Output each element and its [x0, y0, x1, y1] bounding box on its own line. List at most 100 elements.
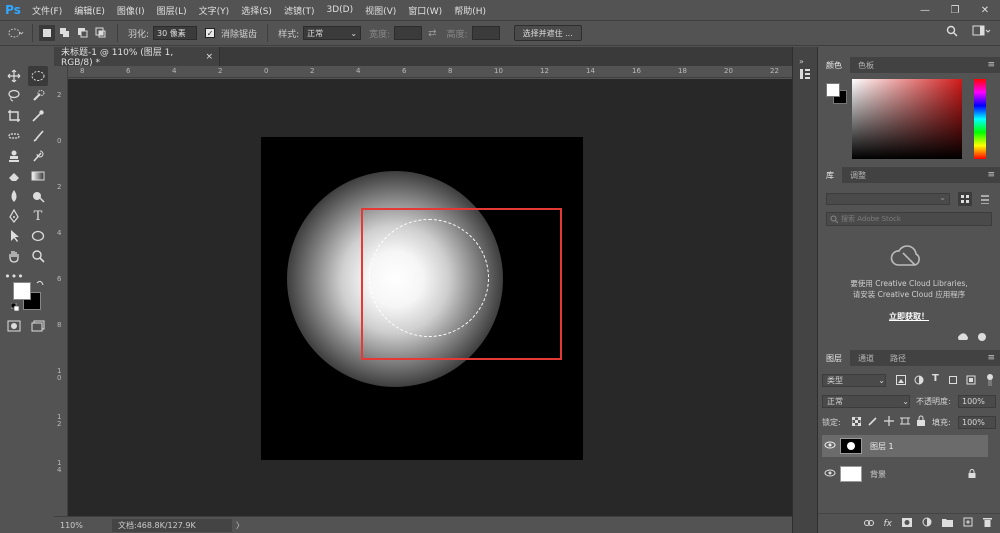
- filter-toggle-icon[interactable]: [986, 374, 994, 386]
- color-picker-field[interactable]: [852, 79, 962, 159]
- lock-transparent-icon[interactable]: [851, 416, 862, 429]
- workspace-icon[interactable]: [972, 25, 992, 40]
- path-selection-tool-icon[interactable]: [4, 226, 24, 246]
- menu-view[interactable]: 视图(V): [359, 4, 402, 17]
- lasso-tool-icon[interactable]: [4, 86, 24, 106]
- tab-layers[interactable]: 图层: [818, 350, 850, 366]
- adobe-stock-search-input[interactable]: 搜索 Adobe Stock: [826, 212, 992, 226]
- menu-window[interactable]: 窗口(W): [402, 4, 448, 17]
- tab-libraries[interactable]: 库: [818, 167, 842, 183]
- panel-menu-icon[interactable]: ≡: [987, 353, 995, 363]
- tab-swatches[interactable]: 色板: [850, 57, 882, 73]
- opacity-input[interactable]: 100%: [958, 395, 996, 408]
- history-panel-icon[interactable]: [798, 67, 812, 81]
- adjustment-layer-icon[interactable]: [922, 517, 932, 530]
- antialias-checkbox[interactable]: ✓: [205, 28, 216, 38]
- swap-colors-icon[interactable]: [36, 280, 44, 288]
- crop-tool-icon[interactable]: [4, 106, 24, 126]
- menu-select[interactable]: 选择(S): [235, 4, 278, 17]
- folder-icon[interactable]: [942, 518, 953, 530]
- library-select[interactable]: ⌄: [826, 193, 950, 205]
- gradient-tool-icon[interactable]: [28, 166, 48, 186]
- history-brush-tool-icon[interactable]: [28, 146, 48, 166]
- screen-mode-icon[interactable]: [28, 316, 48, 336]
- collapse-arrows-icon[interactable]: »: [799, 57, 804, 67]
- eraser-tool-icon[interactable]: [4, 166, 24, 186]
- menu-layer[interactable]: 图层(L): [151, 4, 193, 17]
- restore-button[interactable]: ❐: [940, 0, 970, 20]
- style-select[interactable]: 正常 ⌄: [303, 26, 362, 40]
- menu-filter[interactable]: 滤镜(T): [278, 4, 321, 17]
- tab-color[interactable]: 颜色: [818, 57, 850, 73]
- lock-pixels-icon[interactable]: [868, 416, 878, 429]
- hue-slider[interactable]: [974, 79, 986, 159]
- pen-tool-icon[interactable]: [4, 206, 24, 226]
- filter-type-icon[interactable]: T: [932, 373, 939, 384]
- menu-edit[interactable]: 编辑(E): [68, 4, 111, 17]
- visibility-eye-icon[interactable]: [824, 441, 840, 451]
- quick-selection-tool-icon[interactable]: [28, 86, 48, 106]
- intersect-selection-icon[interactable]: [93, 25, 109, 41]
- elliptical-marquee-preset-icon[interactable]: [8, 25, 24, 41]
- tab-channels[interactable]: 通道: [850, 350, 882, 366]
- panel-menu-icon[interactable]: ≡: [987, 170, 995, 180]
- eyedropper-tool-icon[interactable]: [28, 106, 48, 126]
- lock-all-icon[interactable]: [916, 415, 926, 429]
- type-tool-icon[interactable]: T: [28, 206, 48, 226]
- select-and-mask-button[interactable]: 选择并遮住 ...: [513, 25, 582, 41]
- add-to-selection-icon[interactable]: [57, 25, 73, 41]
- add-mask-icon[interactable]: [902, 517, 912, 530]
- layer-name[interactable]: 背景: [870, 469, 886, 480]
- swap-width-height-icon[interactable]: ⇄: [428, 28, 436, 39]
- filter-adjustment-icon[interactable]: [914, 375, 924, 388]
- menu-help[interactable]: 帮助(H): [448, 4, 492, 17]
- feather-input[interactable]: 30 像素: [153, 26, 198, 40]
- move-tool-icon[interactable]: [4, 66, 24, 86]
- layer-filter-select[interactable]: 类型 ⌄: [822, 374, 886, 387]
- menu-image[interactable]: 图像(I): [111, 4, 151, 17]
- fx-icon[interactable]: fx: [884, 519, 893, 529]
- status-menu-arrow-icon[interactable]: 〉: [236, 520, 244, 531]
- layer-row[interactable]: 图层 1: [822, 435, 988, 457]
- filter-shape-icon[interactable]: [948, 375, 958, 388]
- library-menu-icon[interactable]: [976, 332, 988, 345]
- cc-sync-icon[interactable]: [956, 332, 970, 345]
- list-view-icon[interactable]: [978, 192, 992, 206]
- clone-stamp-tool-icon[interactable]: [4, 146, 24, 166]
- layer-name[interactable]: 图层 1: [870, 441, 894, 452]
- hand-tool-icon[interactable]: [4, 246, 24, 266]
- document-tab[interactable]: 未标题-1 @ 110% (图层 1, RGB/8) * ×: [54, 47, 220, 68]
- visibility-eye-icon[interactable]: [824, 469, 840, 479]
- width-input[interactable]: [394, 26, 423, 40]
- new-selection-icon[interactable]: [39, 25, 55, 41]
- fill-input[interactable]: 100%: [958, 416, 996, 429]
- tab-adjustments[interactable]: 调整: [842, 167, 874, 183]
- quick-mask-icon[interactable]: [4, 316, 24, 336]
- blend-mode-select[interactable]: 正常 ⌄: [822, 395, 910, 408]
- menu-type[interactable]: 文字(Y): [193, 4, 236, 17]
- menu-3d[interactable]: 3D(D): [320, 5, 359, 15]
- panel-foreground-swatch[interactable]: [826, 83, 840, 97]
- close-tab-icon[interactable]: ×: [205, 52, 213, 62]
- tab-paths[interactable]: 路径: [882, 350, 914, 366]
- get-now-link[interactable]: 立即获取！: [818, 311, 1000, 322]
- new-layer-icon[interactable]: [963, 517, 973, 530]
- zoom-tool-icon[interactable]: [28, 246, 48, 266]
- grid-view-icon[interactable]: [958, 192, 972, 206]
- ellipse-shape-tool-icon[interactable]: [28, 226, 48, 246]
- filter-smart-object-icon[interactable]: [966, 375, 976, 388]
- search-icon[interactable]: [946, 25, 958, 40]
- link-layers-icon[interactable]: [863, 519, 874, 529]
- panel-menu-icon[interactable]: ≡: [987, 60, 995, 70]
- default-colors-icon[interactable]: [10, 302, 20, 312]
- brush-tool-icon[interactable]: [28, 126, 48, 146]
- healing-brush-tool-icon[interactable]: [4, 126, 24, 146]
- subtract-selection-icon[interactable]: [75, 25, 91, 41]
- foreground-color-swatch[interactable]: [13, 282, 31, 300]
- layer-row[interactable]: 背景: [822, 463, 988, 485]
- height-input[interactable]: [471, 26, 500, 40]
- zoom-level[interactable]: 110%: [54, 521, 90, 530]
- blur-tool-icon[interactable]: [4, 186, 24, 206]
- lock-position-icon[interactable]: [884, 416, 894, 429]
- filter-pixel-icon[interactable]: [896, 375, 906, 388]
